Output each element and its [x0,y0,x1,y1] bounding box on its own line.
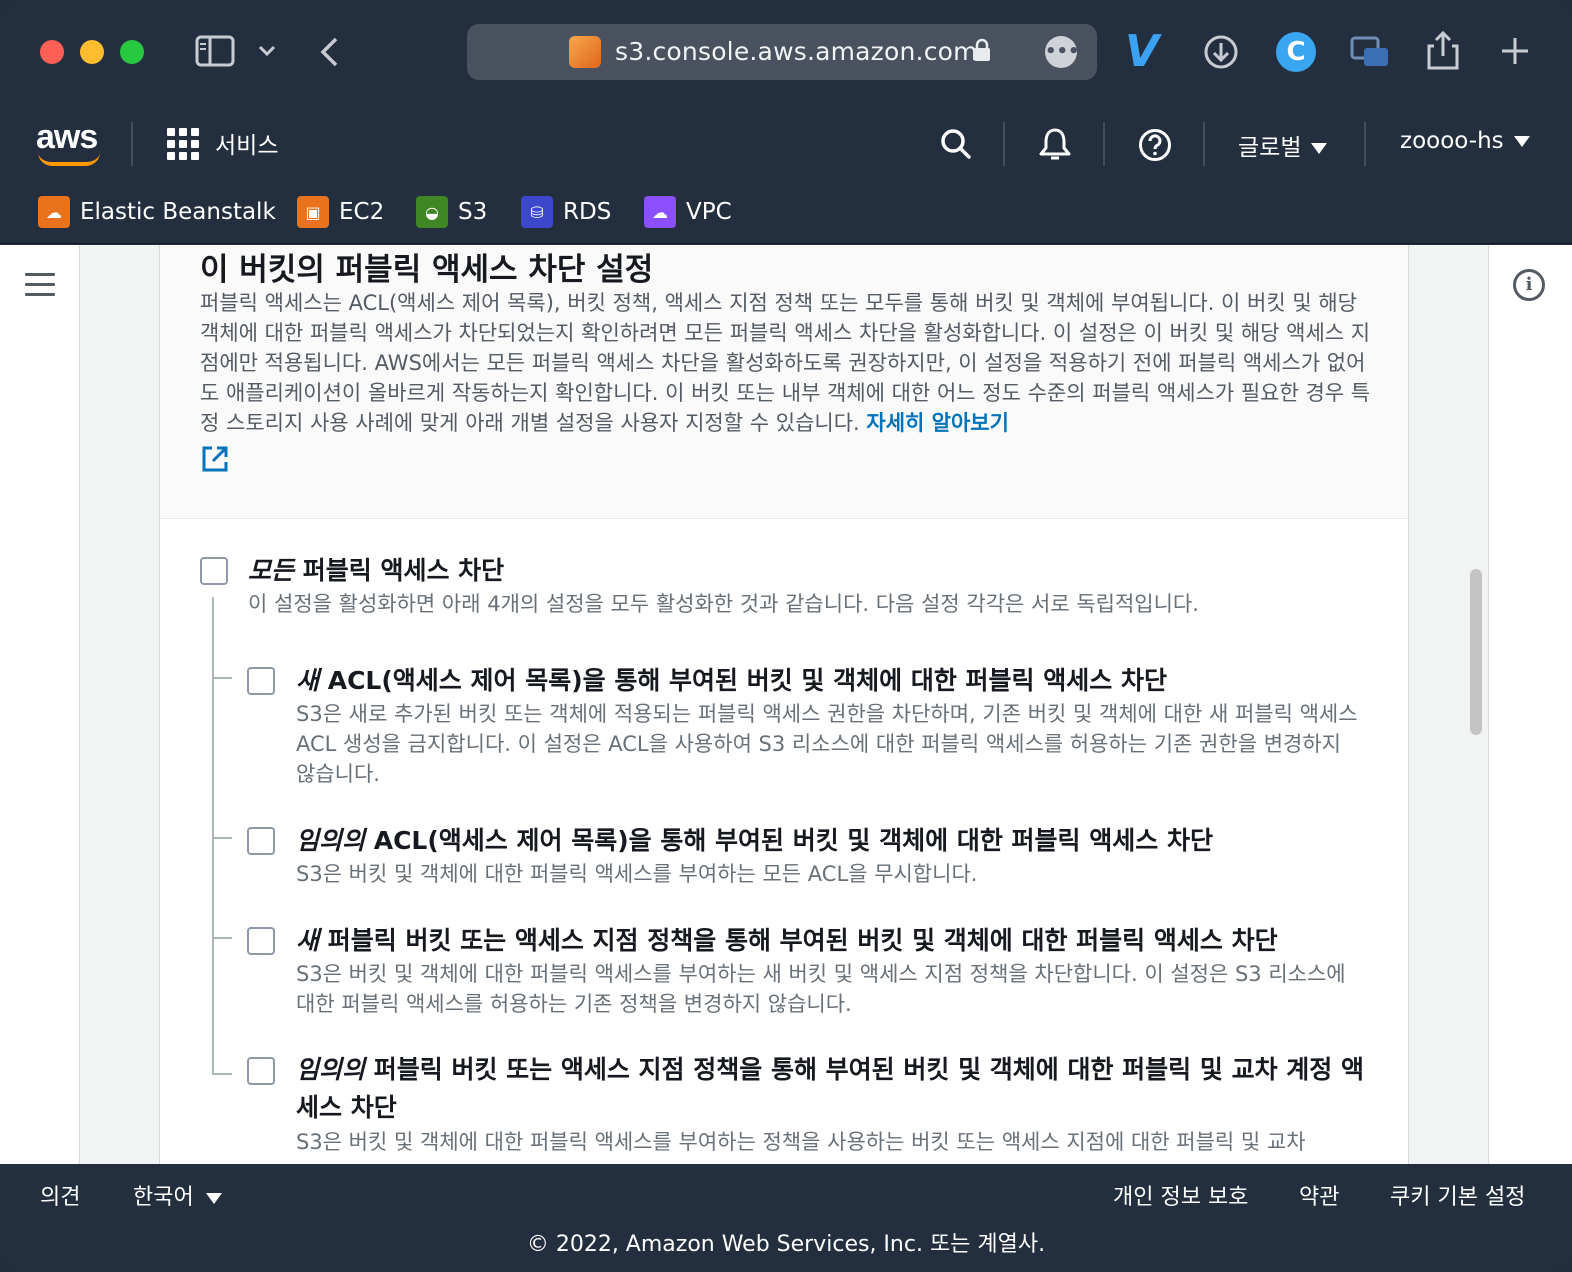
address-bar[interactable]: s3.console.aws.amazon.com ••• [467,24,1097,80]
favorite-label: VPC [686,199,732,225]
vimium-extension-icon[interactable]: V [1125,30,1159,74]
block-new-policy-title: 새 퍼블릭 버킷 또는 액세스 지점 정책을 통해 부여된 버킷 및 객체에 대… [296,926,1278,955]
language-selector[interactable]: 한국어 [133,1179,222,1211]
minimize-window-button[interactable] [80,40,104,64]
block-any-policy-title: 임의의 퍼블릭 버킷 또는 액세스 지점 정책을 통해 부여된 버킷 및 객체에… [296,1055,1364,1122]
block-new-policy-checkbox[interactable] [247,927,275,955]
feedback-link[interactable]: 의견 [40,1179,80,1211]
cookie-preferences-link[interactable]: 쿠키 기본 설정 [1390,1179,1525,1211]
block-any-acl-checkbox[interactable] [247,827,275,855]
block-any-acl-title: 임의의 ACL(액세스 제어 목록)을 통해 부여된 버킷 및 객체에 대한 퍼… [296,826,1213,855]
divider [131,122,133,166]
zoom-window-button[interactable] [120,40,144,64]
account-menu[interactable]: zoooo-hs [1400,128,1530,154]
block-all-public-access-description: 이 설정을 활성화하면 아래 4개의 설정을 모두 활성화한 것과 같습니다. … [248,592,1199,616]
elastic-beanstalk-icon: ☁ [38,196,70,228]
hamburger-menu-icon[interactable] [25,273,55,297]
services-menu-label[interactable]: 서비스 [215,126,278,160]
tree-branch [212,937,232,939]
tree-connector [212,597,214,1075]
caret-down-icon [205,1192,222,1204]
s3-icon: ◒ [416,196,448,228]
caret-down-icon [1513,136,1530,147]
block-any-acl-description: S3은 버킷 및 객체에 대한 퍼블릭 액세스를 부여하는 모든 ACL을 무시… [296,862,978,886]
services-grid-icon[interactable] [167,128,199,160]
account-label: zoooo-hs [1400,128,1504,154]
section-title: 이 버킷의 퍼블릭 액세스 차단 설정 [200,252,654,288]
block-new-policy-description: S3은 버킷 및 객체에 대한 퍼블릭 액세스를 부여하는 새 버킷 및 액세스… [296,962,1346,1016]
browser-toolbar: s3.console.aws.amazon.com ••• V C [0,0,1572,104]
tree-branch [212,837,232,839]
aws-favicon-icon [569,36,601,68]
region-selector[interactable]: 글로벌 [1238,128,1328,162]
block-any-policy-checkbox[interactable] [247,1057,275,1085]
block-any-policy-description: S3은 버킷 및 객체에 대한 퍼블릭 액세스를 부여하는 정책을 사용하는 버… [296,1130,1306,1154]
more-options-icon[interactable]: ••• [1045,36,1080,68]
back-arrow-icon[interactable] [318,36,340,68]
external-link-icon[interactable] [200,444,230,474]
notifications-bell-icon[interactable] [1038,126,1072,162]
picture-in-picture-icon[interactable] [1350,36,1390,68]
lock-icon [974,38,990,61]
navigation-rail [0,245,80,1164]
help-icon[interactable] [1138,128,1172,162]
favorite-s3[interactable]: ◒ S3 [416,196,487,228]
aws-console-header: aws 서비스 글로벌 zoooo-hs [0,104,1572,180]
browser-window: s3.console.aws.amazon.com ••• V C aws 서비… [0,0,1572,1272]
block-new-acl-checkbox[interactable] [247,667,275,695]
info-icon[interactable]: i [1513,269,1545,301]
block-new-acl-description: S3은 새로 추가된 버킷 또는 객체에 적용되는 퍼블릭 액세스 권한을 차단… [296,702,1358,786]
tree-branch [212,1073,232,1075]
favorite-ec2[interactable]: ▣ EC2 [297,196,384,228]
aws-logo-smile [38,152,100,166]
copyright-text: © 2022, Amazon Web Services, Inc. 또는 계열사… [526,1232,1046,1257]
close-window-button[interactable] [40,40,64,64]
vpc-icon: ☁ [644,196,676,228]
block-all-public-access-title: 모든 퍼블릭 액세스 차단 [248,556,505,585]
divider [1103,122,1105,166]
divider [1003,122,1005,166]
section-description-text: 퍼블릭 액세스는 ACL(액세스 제어 목록), 버킷 정책, 액세스 지점 정… [200,291,1371,435]
share-icon[interactable] [1426,30,1460,70]
download-icon[interactable] [1203,34,1239,70]
favorites-bar: ☁ Elastic Beanstalk ▣ EC2 ◒ S3 ⛁ RDS ☁ V… [0,180,1572,244]
search-icon[interactable] [940,128,972,160]
favorite-rds[interactable]: ⛁ RDS [521,196,611,228]
learn-more-link[interactable]: 자세히 알아보기 [866,411,1009,435]
ec2-icon: ▣ [297,196,329,228]
divider [1203,122,1205,166]
favorite-label: EC2 [339,199,385,225]
sidebar-toggle-icon[interactable] [195,35,235,67]
tools-rail: i [1488,245,1572,1164]
console-footer: 의견 한국어 개인 정보 보호 약관 쿠키 기본 설정 © 2022, Amaz… [0,1164,1572,1272]
favorite-label: Elastic Beanstalk [80,199,276,225]
rds-icon: ⛁ [521,196,553,228]
favorite-elastic-beanstalk[interactable]: ☁ Elastic Beanstalk [38,196,276,228]
terms-link[interactable]: 약관 [1299,1179,1339,1211]
new-tab-icon[interactable] [1500,36,1530,66]
language-label: 한국어 [133,1185,194,1210]
caret-down-icon [1311,143,1328,154]
url-text: s3.console.aws.amazon.com [615,37,978,66]
chevron-down-icon[interactable] [258,44,276,58]
favorite-label: S3 [458,199,488,225]
panel-header: 이 버킷의 퍼블릭 액세스 차단 설정 퍼블릭 액세스는 ACL(액세스 제어 … [160,245,1408,519]
section-description: 퍼블릭 액세스는 ACL(액세스 제어 목록), 버킷 정책, 액세스 지점 정… [200,288,1372,474]
region-label: 글로벌 [1238,135,1302,161]
block-new-acl-title: 새 ACL(액세스 제어 목록)을 통해 부여된 버킷 및 객체에 대한 퍼블릭… [296,666,1167,695]
favorite-vpc[interactable]: ☁ VPC [644,196,732,228]
block-all-public-access-checkbox[interactable] [200,557,228,585]
main-content: 이 버킷의 퍼블릭 액세스 차단 설정 퍼블릭 액세스는 ACL(액세스 제어 … [0,245,1572,1164]
favorite-label: RDS [563,199,612,225]
c-extension-icon[interactable]: C [1276,32,1316,72]
tree-branch [212,677,232,679]
privacy-link[interactable]: 개인 정보 보호 [1113,1179,1248,1211]
scrollbar-thumb[interactable] [1470,569,1482,735]
divider [1364,122,1366,166]
